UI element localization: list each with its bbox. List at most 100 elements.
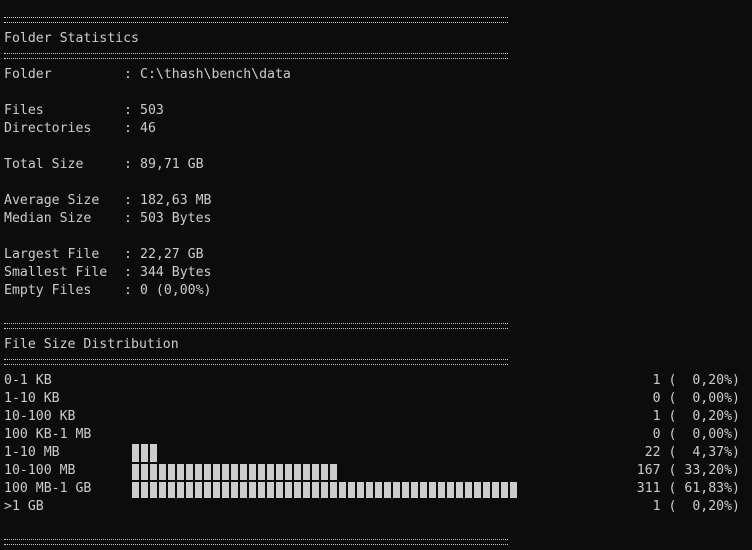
stat-value: C:\thash\bench\data [140,67,291,82]
distribution-bar-block [303,482,310,498]
distribution-bar-block [456,482,463,498]
distribution-bar-block [447,482,454,498]
stat-label: Average Size [4,193,100,208]
distribution-bar-block [420,482,427,498]
distribution-bar-block [303,464,310,480]
stat-colon: : [124,247,132,262]
stat-files: Files:503 [4,102,164,120]
distribution-bar-block [339,482,346,498]
distribution-bar-block [213,464,220,480]
stat-value: 46 [140,121,156,136]
distribution-bar-block [258,482,265,498]
distribution-bar-block [258,464,265,480]
stat-value: 503 Bytes [140,211,212,226]
separator-bottom [4,539,508,545]
distribution-count-value: 0 [652,391,661,406]
distribution-row: 0-1 KB 1 ( 0,20%) [4,372,740,390]
distribution-bar-block [249,482,256,498]
distribution-bar-block [195,464,202,480]
distribution-bar-block [231,482,238,498]
stat-label: Empty Files [4,283,92,298]
stat-colon: : [124,283,132,298]
stat-total-size: Total Size:89,71 GB [4,156,204,174]
distribution-bar-block [177,464,184,480]
distribution-count: 1 ( 0,20%) [652,373,740,388]
distribution-bar-block [141,444,148,462]
distribution-bar-block [375,482,382,498]
stat-label: Total Size [4,157,84,172]
distribution-bar-block [285,482,292,498]
distribution-row: >1 GB 1 ( 0,20%) [4,498,740,516]
distribution-bar-block [501,482,508,498]
distribution-range: 100 KB-1 MB [4,427,92,442]
distribution-bar-block [132,482,139,498]
distribution-bar-block [150,464,157,480]
distribution-bar-block [321,464,328,480]
distribution-count-value: 311 [636,481,661,496]
distribution-bar-block [267,464,274,480]
distribution-count: 22 ( 4,37%) [644,445,740,460]
stat-label: Files [4,103,44,118]
distribution-bar-block [483,482,490,498]
distribution-bar-block [330,464,337,480]
distribution-bar-block [294,464,301,480]
distribution-bar-block [276,482,283,498]
distribution-bar-block [204,482,211,498]
separator-top [4,17,508,23]
distribution-bar-block [177,482,184,498]
distribution-bar-block [240,464,247,480]
distribution-percent: 33,20% [684,463,733,478]
stat-colon: : [124,157,132,172]
distribution-percent: 0,00% [684,427,733,442]
distribution-bar-block [312,464,319,480]
distribution-count: 311 ( 61,83%) [636,481,740,496]
distribution-bar-block [249,464,256,480]
stat-value: 344 Bytes [140,265,212,280]
stat-colon: : [124,121,132,136]
stat-colon: : [124,103,132,118]
distribution-bar-block [438,482,445,498]
stat-value: 22,27 GB [140,247,204,262]
stat-label: Directories [4,121,92,136]
stat-average-size: Average Size:182,63 MB [4,192,211,210]
distribution-bar-block [348,482,355,498]
distribution-percent: 4,37% [684,445,733,460]
distribution-bar-block [267,482,274,498]
distribution-count: 0 ( 0,00%) [652,391,740,406]
stat-label: Median Size [4,211,92,226]
stat-median-size: Median Size:503 Bytes [4,210,211,228]
distribution-count-value: 1 [652,499,661,514]
distribution-row: 10-100 MB 167 ( 33,20%) [4,462,740,480]
distribution-range: 10-100 KB [4,409,76,424]
stat-folder: Folder: C:\thash\bench\data [4,66,291,84]
distribution-bar-block [213,482,220,498]
distribution-percent: 0,00% [684,391,733,406]
distribution-bar-block [168,464,175,480]
distribution-range: 1-10 KB [4,391,60,406]
stat-colon: : [124,265,132,280]
distribution-bar-block [195,482,202,498]
distribution-bar-block [204,464,211,480]
stat-colon: : [124,67,132,82]
distribution-percent: 0,20% [684,409,733,424]
distribution-bar-block [402,482,409,498]
distribution-count: 167 ( 33,20%) [636,463,740,478]
stat-value: 0 (0,00%) [140,283,212,298]
distribution-bar-block [231,464,238,480]
distribution-count: 1 ( 0,20%) [652,499,740,514]
distribution-count-value: 167 [636,463,661,478]
stat-colon: : [124,193,132,208]
stat-value: 182,63 MB [140,193,212,208]
stat-label: Folder [4,67,52,82]
distribution-bar-block [186,482,193,498]
section-title-distribution: File Size Distribution [4,337,179,352]
distribution-bar-block [492,482,499,498]
stat-smallest-file: Smallest File:344 Bytes [4,264,211,282]
stat-colon: : [124,211,132,226]
distribution-row: 100 KB-1 MB 0 ( 0,00%) [4,426,740,444]
stat-empty-files: Empty Files:0 (0,00%) [4,282,211,300]
distribution-bar-block [294,482,301,498]
distribution-bar-block [132,444,139,462]
distribution-bar-block [159,482,166,498]
distribution-range: 100 MB-1 GB [4,481,92,496]
